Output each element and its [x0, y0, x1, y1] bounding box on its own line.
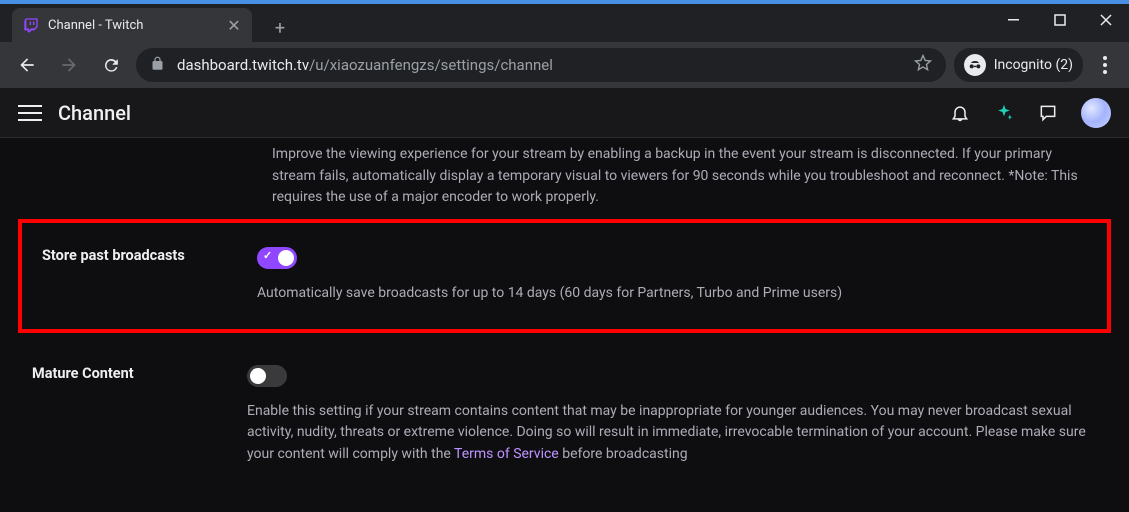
url-display: dashboard.twitch.tv/u/xiaozuanfengzs/set…: [177, 56, 553, 74]
twitch-favicon-icon: [22, 16, 40, 34]
back-button[interactable]: [10, 48, 44, 82]
browser-tab[interactable]: Channel - Twitch ✕: [12, 8, 252, 42]
incognito-label: Incognito (2): [994, 57, 1073, 73]
minimize-button[interactable]: [991, 0, 1037, 40]
window-controls: [991, 0, 1129, 40]
browser-tab-strip: Channel - Twitch ✕ +: [0, 0, 1129, 42]
setting-backup-stream: Improve the viewing experience for your …: [12, 138, 1117, 217]
close-icon[interactable]: ✕: [226, 17, 242, 33]
terms-of-service-link[interactable]: Terms of Service: [454, 446, 559, 462]
forward-button[interactable]: [52, 48, 86, 82]
menu-icon[interactable]: [18, 101, 42, 125]
setting-label: Mature Content: [32, 365, 247, 466]
reload-button[interactable]: [94, 48, 128, 82]
address-bar[interactable]: dashboard.twitch.tv/u/xiaozuanfengzs/set…: [136, 48, 946, 82]
browser-toolbar: dashboard.twitch.tv/u/xiaozuanfengzs/set…: [0, 42, 1129, 88]
notifications-icon[interactable]: [949, 102, 971, 124]
setting-description: Automatically save broadcasts for up to …: [257, 283, 1087, 305]
chat-icon[interactable]: [1037, 102, 1059, 124]
maximize-button[interactable]: [1037, 0, 1083, 40]
tab-title: Channel - Twitch: [48, 18, 218, 33]
setting-description: Improve the viewing experience for your …: [272, 144, 1097, 209]
mature-content-toggle[interactable]: [247, 365, 287, 387]
store-past-broadcasts-highlighted: Store past broadcasts Automatically save…: [18, 219, 1111, 333]
window-accent-border: [0, 0, 1129, 4]
settings-content: Improve the viewing experience for your …: [0, 138, 1129, 512]
avatar[interactable]: [1081, 98, 1111, 128]
setting-description: Enable this setting if your stream conta…: [247, 401, 1097, 466]
incognito-badge[interactable]: Incognito (2): [954, 48, 1083, 82]
setting-mature-content: Mature Content Enable this setting if yo…: [12, 341, 1117, 490]
setting-store-past-broadcasts: Store past broadcasts Automatically save…: [22, 223, 1107, 329]
incognito-icon: [964, 54, 986, 76]
sparkle-icon[interactable]: [993, 102, 1015, 124]
lock-icon: [150, 56, 165, 75]
store-broadcasts-toggle[interactable]: [257, 247, 297, 269]
browser-menu-button[interactable]: [1091, 51, 1119, 79]
new-tab-button[interactable]: +: [266, 14, 294, 42]
bookmark-star-icon[interactable]: [914, 54, 932, 76]
setting-label: Store past broadcasts: [42, 247, 257, 305]
page-header: Channel: [0, 88, 1129, 138]
close-window-button[interactable]: [1083, 0, 1129, 40]
page-title: Channel: [58, 101, 131, 125]
